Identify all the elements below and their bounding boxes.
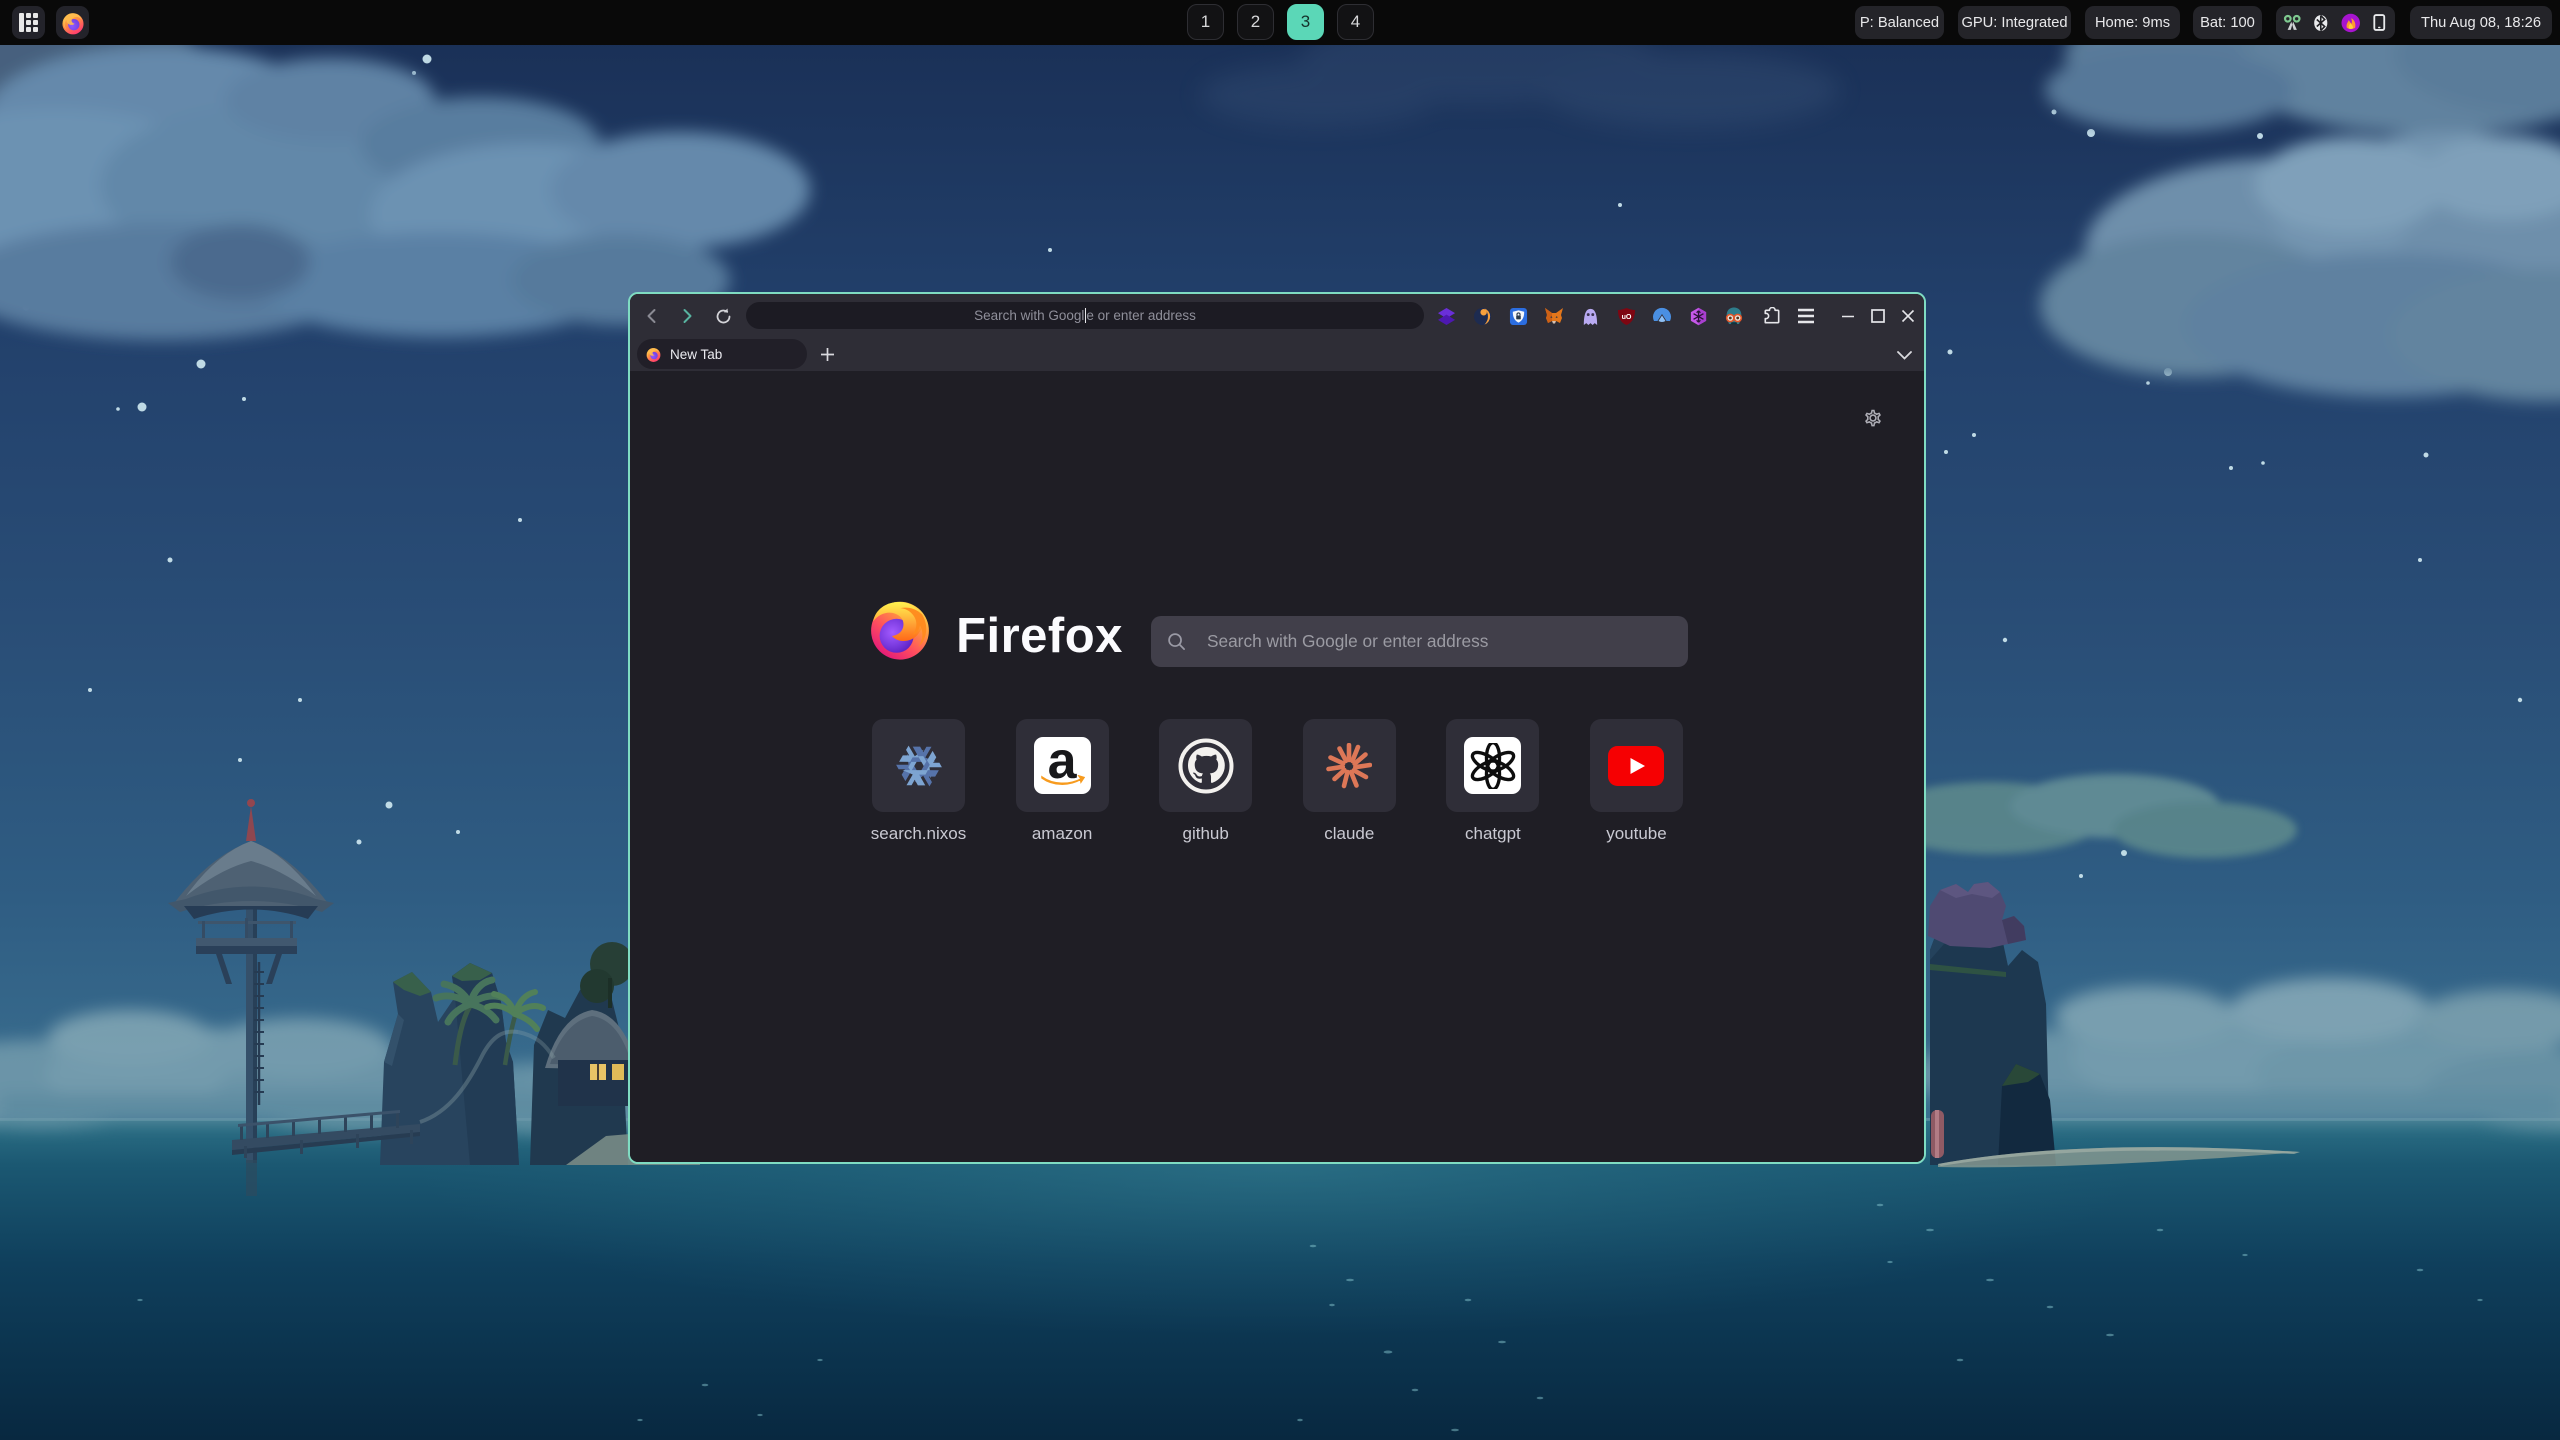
svg-text:uO: uO: [1621, 312, 1631, 320]
